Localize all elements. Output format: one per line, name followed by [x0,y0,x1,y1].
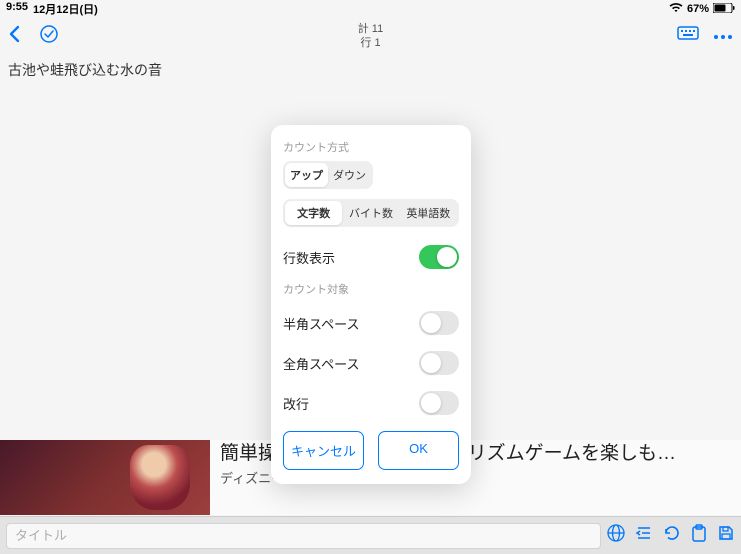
direction-up[interactable]: アップ [285,163,328,187]
full-space-label: 全角スペース [283,354,359,373]
unit-bytes[interactable]: バイト数 [342,201,399,225]
newline-toggle[interactable] [419,391,459,415]
ok-button[interactable]: OK [378,431,459,470]
full-space-toggle[interactable] [419,351,459,375]
direction-segmented: アップ ダウン [283,161,373,189]
show-lines-label: 行数表示 [283,248,335,267]
half-space-toggle[interactable] [419,311,459,335]
unit-chars[interactable]: 文字数 [285,201,342,225]
unit-segmented: 文字数 バイト数 英単語数 [283,199,459,227]
settings-modal: カウント方式 アップ ダウン 文字数 バイト数 英単語数 行数表示 カウント対象… [271,125,471,484]
show-lines-toggle[interactable] [419,245,459,269]
newline-label: 改行 [283,394,309,413]
count-method-title: カウント方式 [283,139,459,155]
unit-words[interactable]: 英単語数 [400,201,457,225]
count-target-title: カウント対象 [283,281,459,297]
cancel-button[interactable]: キャンセル [283,431,364,470]
half-space-label: 半角スペース [283,314,359,333]
direction-down[interactable]: ダウン [328,163,371,187]
